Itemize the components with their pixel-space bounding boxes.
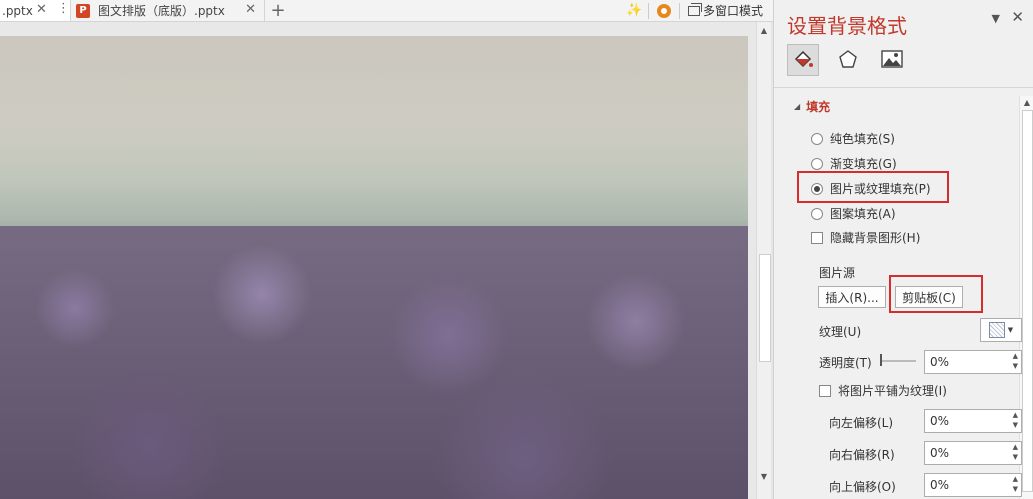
offset-left-field[interactable]: 0% ▲ ▼ xyxy=(924,409,1022,433)
paint-bucket-icon xyxy=(794,50,813,68)
fill-section-header[interactable]: ◢ 填充 xyxy=(794,98,830,115)
spin-down-icon[interactable]: ▼ xyxy=(1013,421,1018,429)
scroll-up-icon[interactable]: ▲ xyxy=(1020,96,1033,110)
multi-window-label: 多窗口模式 xyxy=(702,4,763,18)
new-tab-button[interactable]: + xyxy=(266,0,290,21)
offset-left-label: 向左偏移(L) xyxy=(829,416,894,430)
lavender-field xyxy=(0,226,748,499)
tab-bar: .pptx ✕ ⋮ P 图文排版（底版）.pptx ✕ + ✨ 多窗口模式 xyxy=(0,0,773,22)
texture-dropdown[interactable]: ▼ xyxy=(980,318,1022,342)
option-label: 图案填充(A) xyxy=(830,207,896,221)
highlight-box xyxy=(889,275,983,313)
collapse-icon: ◢ xyxy=(794,102,801,111)
tab-label: 图文排版（底版）.pptx xyxy=(98,4,225,18)
radio-button[interactable] xyxy=(811,157,823,170)
spin-up-icon[interactable]: ▲ xyxy=(1013,352,1018,360)
gradient-fill-option[interactable]: 渐变填充(G) xyxy=(811,155,897,172)
chevron-down-icon: ▼ xyxy=(1007,326,1014,334)
highlight-box xyxy=(797,171,949,203)
close-icon[interactable]: ✕ xyxy=(1011,8,1024,26)
panel-options-icon[interactable]: ▼ xyxy=(992,12,1000,25)
picture-tab[interactable] xyxy=(877,44,907,74)
sky-haze xyxy=(0,36,748,222)
pentagon-icon xyxy=(839,50,857,68)
canvas-scrollbar[interactable]: ▲ ▼ xyxy=(756,22,771,499)
effects-tab[interactable] xyxy=(833,44,863,74)
field-value: 0% xyxy=(930,414,950,428)
scrollbar-thumb[interactable] xyxy=(759,254,771,362)
scroll-up-icon[interactable]: ▲ xyxy=(757,24,771,38)
slide-background-image[interactable] xyxy=(0,36,748,499)
offset-top-field[interactable]: 0% ▲ ▼ xyxy=(924,473,1022,497)
divider xyxy=(774,87,1033,88)
magic-wand-icon[interactable]: ✨ xyxy=(626,3,642,18)
texture-swatch xyxy=(988,322,1005,338)
insert-button[interactable]: 插入(R)... xyxy=(818,286,886,308)
close-icon[interactable]: ✕ xyxy=(36,2,47,17)
scroll-down-icon[interactable]: ▼ xyxy=(757,470,771,484)
option-label: 纯色填充(S) xyxy=(830,132,895,146)
spin-down-icon[interactable]: ▼ xyxy=(1013,453,1018,461)
hide-background-graphics-option[interactable]: 隐藏背景图形(H) xyxy=(811,229,920,246)
format-background-panel: 设置背景格式 ▼ ✕ ▲ ◢ 填充 纯色填充(S) 渐变填充(G) 图片或纹理填… xyxy=(773,0,1033,499)
option-label: 隐藏背景图形(H) xyxy=(830,231,921,245)
multi-window-button[interactable]: 多窗口模式 xyxy=(687,2,763,19)
picture-icon xyxy=(881,50,903,68)
close-icon[interactable]: ✕ xyxy=(245,2,256,17)
spin-down-icon[interactable]: ▼ xyxy=(1013,362,1018,370)
separator xyxy=(647,2,649,19)
offset-right-field[interactable]: 0% ▲ ▼ xyxy=(924,441,1022,465)
transparency-slider-handle[interactable] xyxy=(880,354,882,366)
offset-top-label: 向上偏移(O) xyxy=(829,480,896,494)
radio-button[interactable] xyxy=(811,207,823,220)
section-title: 填充 xyxy=(806,100,831,114)
scrollbar-thumb[interactable] xyxy=(1022,110,1033,492)
spin-up-icon[interactable]: ▲ xyxy=(1013,475,1018,483)
offset-right-label: 向右偏移(R) xyxy=(829,448,895,462)
tab-document-2[interactable]: P 图文排版（底版）.pptx ✕ xyxy=(72,0,265,21)
transparency-label: 透明度(T) xyxy=(819,356,872,370)
pattern-fill-option[interactable]: 图案填充(A) xyxy=(811,205,896,222)
option-label: 渐变填充(G) xyxy=(830,157,897,171)
field-value: 0% xyxy=(930,478,950,492)
transparency-slider-track[interactable] xyxy=(880,360,916,362)
tab-label: .pptx xyxy=(2,3,33,18)
separator xyxy=(678,2,680,19)
powerpoint-icon: P xyxy=(76,3,90,18)
checkbox[interactable] xyxy=(811,231,823,244)
transparency-field[interactable]: 0% ▲ ▼ xyxy=(924,350,1022,374)
slide-canvas-area xyxy=(0,22,756,499)
spin-up-icon[interactable]: ▲ xyxy=(1013,443,1018,451)
field-value: 0% xyxy=(930,446,950,460)
texture-label: 纹理(U) xyxy=(819,325,862,339)
multi-window-icon xyxy=(687,2,702,16)
gear-icon[interactable] xyxy=(656,3,671,18)
radio-button[interactable] xyxy=(811,132,823,145)
fill-tab[interactable] xyxy=(787,44,819,76)
tab-document-1[interactable]: .pptx ✕ ⋮ xyxy=(0,0,71,21)
panel-scrollbar[interactable]: ▲ xyxy=(1019,96,1033,499)
more-options-icon[interactable]: ⋮ xyxy=(57,1,70,16)
picture-source-label: 图片源 xyxy=(819,266,856,280)
checkbox[interactable] xyxy=(819,384,831,397)
spin-up-icon[interactable]: ▲ xyxy=(1013,411,1018,419)
solid-fill-option[interactable]: 纯色填充(S) xyxy=(811,130,895,147)
tile-as-texture-option[interactable]: 将图片平铺为纹理(I) xyxy=(819,382,947,399)
option-label: 将图片平铺为纹理(I) xyxy=(838,384,947,398)
spin-down-icon[interactable]: ▼ xyxy=(1013,485,1018,493)
field-value: 0% xyxy=(930,355,950,369)
panel-title: 设置背景格式 xyxy=(787,14,907,38)
